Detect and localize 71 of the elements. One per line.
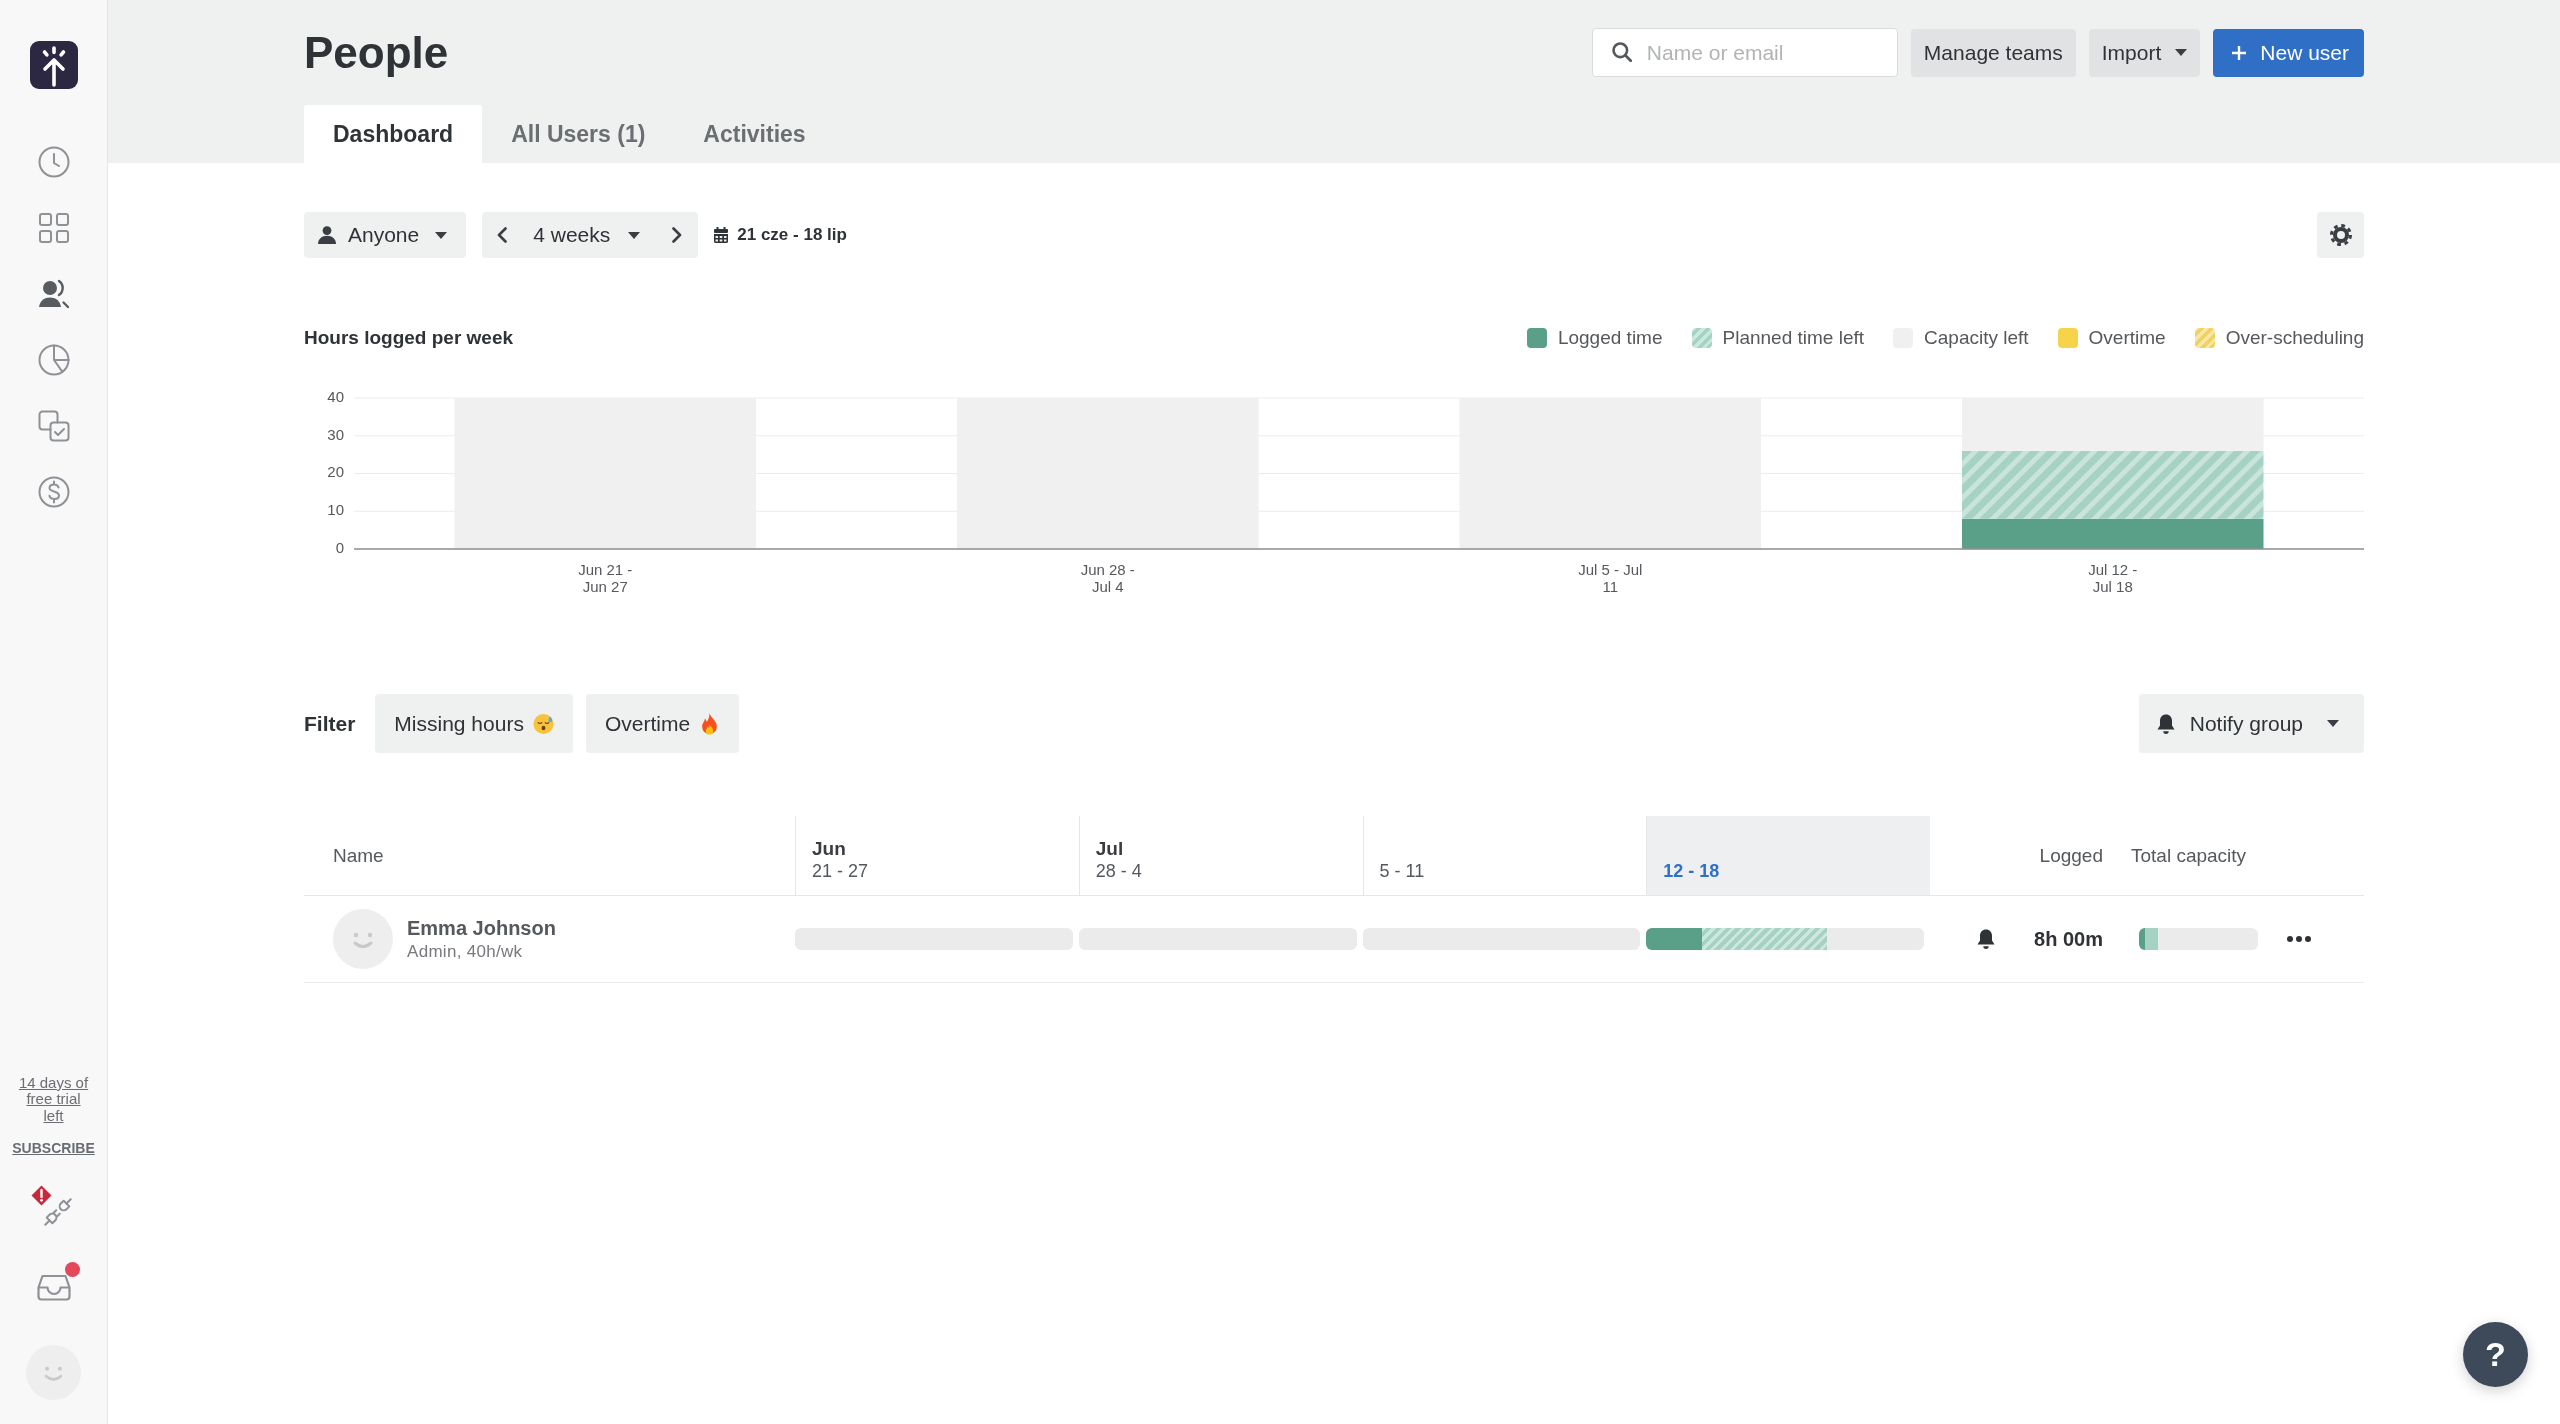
logo-icon[interactable] (29, 41, 78, 89)
settings-button[interactable] (2317, 212, 2364, 258)
chart-title: Hours logged per week (304, 327, 514, 349)
legend-label: Logged time (1557, 327, 1663, 349)
pie-chart-icon[interactable] (37, 344, 70, 376)
month-label: Jul (1095, 838, 1125, 860)
caret-icon (2175, 49, 2188, 56)
chevron-left-icon[interactable] (497, 227, 508, 243)
period-dropdown[interactable]: 4 weeks (533, 223, 641, 247)
date-range: 21 cze - 18 lip (737, 225, 847, 245)
week-range: 28 - 4 (1095, 860, 1143, 882)
tab[interactable]: Dashboard (304, 105, 483, 163)
search-icon (1611, 42, 1632, 62)
calendar-icon (714, 227, 729, 243)
column-header: Total capacity (2131, 844, 2247, 867)
month-label: Jun (812, 838, 847, 860)
plug-icon[interactable] (42, 1197, 73, 1227)
bell-icon (2155, 712, 2176, 735)
column-header: Logged (2039, 844, 2103, 867)
filter-chip[interactable]: Missing hours (375, 694, 573, 753)
filter-chip[interactable]: Overtime (585, 694, 740, 753)
person-icon (318, 226, 336, 244)
search-field[interactable]: Name or email (1591, 28, 1898, 77)
legend-label: Capacity left (1924, 327, 2029, 349)
axis-label: Jul 5 - Jul 11 (1577, 561, 1644, 595)
import-dropdown[interactable]: Import (2088, 28, 2201, 77)
inbox-icon[interactable] (36, 1274, 71, 1301)
avatar-icon (333, 909, 393, 969)
plus-icon (2232, 45, 2247, 60)
checked-squares-icon[interactable] (37, 410, 70, 442)
chevron-right-icon[interactable] (672, 227, 683, 243)
axis-label: Jul 12 - Jul 18 (2087, 561, 2139, 595)
people-icon[interactable] (37, 278, 70, 310)
trial-link[interactable]: 14 days of free trial left (16, 1074, 91, 1124)
legend-label: Overtime (2088, 327, 2166, 349)
help-button[interactable]: ? (2463, 1322, 2528, 1387)
week-range: 21 - 27 (812, 860, 870, 882)
axis-label: 10 (327, 501, 344, 519)
legend-label: Planned time left (1722, 327, 1865, 349)
axis-label: 20 (327, 463, 344, 481)
clock-icon[interactable] (37, 146, 70, 178)
logged-hours: 8h 00m (2033, 927, 2103, 951)
week-range: 12 - 18 (1663, 860, 1721, 882)
manage-teams-button[interactable]: Manage teams (1910, 28, 2076, 77)
person-details: Admin, 40h/wk (407, 941, 524, 962)
person-filter-dropdown[interactable]: Anyone (304, 212, 467, 258)
sleepy-face-icon (532, 712, 554, 735)
more-icon[interactable] (2287, 936, 2311, 942)
week-range: 5 - 11 (1379, 860, 1426, 882)
axis-label: Jun 28 - Jul 4 (1079, 561, 1136, 595)
notify-group-dropdown[interactable]: Notify group (2138, 694, 2364, 753)
axis-label: 30 (327, 425, 344, 443)
axis-label: 40 (327, 388, 344, 405)
person-name: Emma Johnson (407, 916, 556, 940)
dollar-icon[interactable] (37, 476, 70, 508)
grid-icon[interactable] (37, 212, 70, 244)
new-user-button[interactable]: New user (2213, 28, 2364, 77)
tab[interactable]: Activities (674, 105, 835, 163)
legend-label: Over-scheduling (2225, 327, 2364, 349)
axis-label: Jun 21 - Jun 27 (577, 561, 634, 595)
settings-icon (2329, 224, 2352, 246)
caret-icon (628, 231, 641, 239)
axis-label: 0 (335, 538, 344, 553)
caret-icon (435, 231, 448, 239)
bell-icon (1976, 928, 1996, 950)
tab[interactable]: All Users (1) (482, 105, 675, 163)
column-header: Name (333, 844, 384, 867)
subscribe-link[interactable]: SUBSCRIBE (12, 1140, 95, 1156)
filter-label: Filter (304, 711, 356, 736)
caret-icon (2327, 720, 2339, 727)
page-title: People (304, 27, 449, 78)
